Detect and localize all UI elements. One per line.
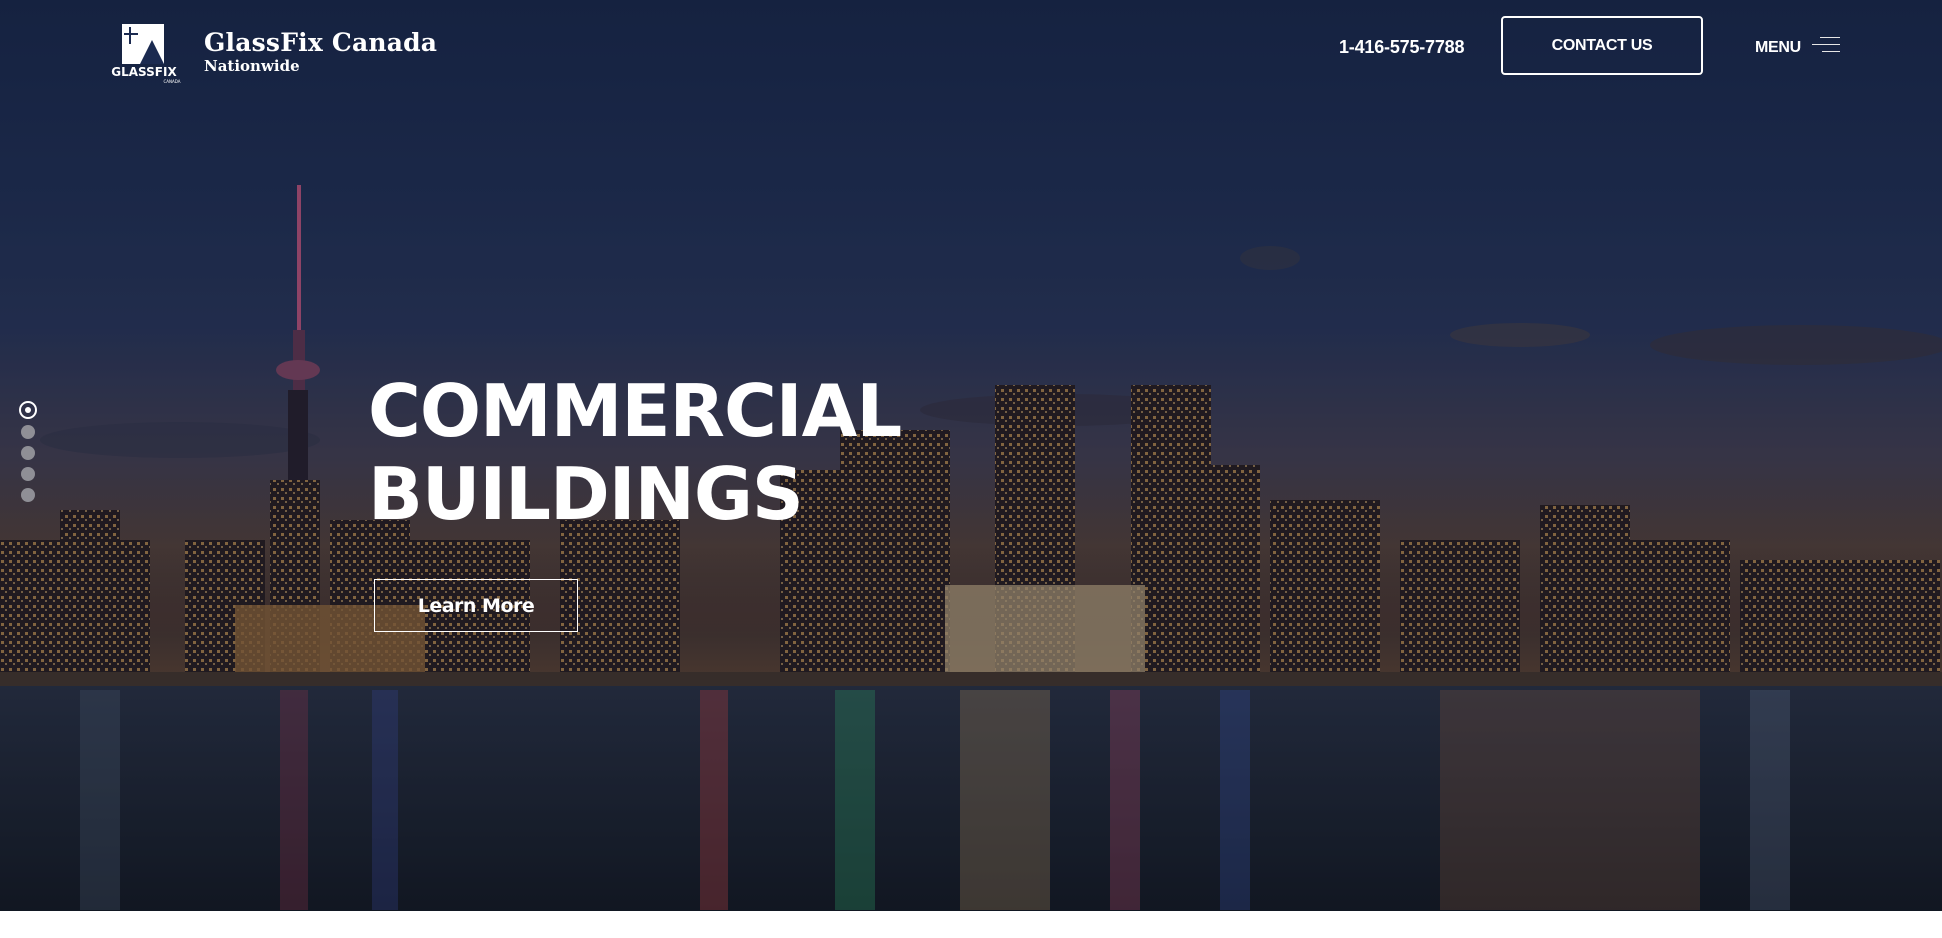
headline-line-1: COMMERCIAL: [368, 369, 902, 453]
phone-link[interactable]: 1-416-575-7788: [1339, 37, 1465, 58]
page-content-start: [0, 911, 1942, 938]
brand-name[interactable]: GlassFix Canada: [204, 28, 437, 57]
slide-dot-5[interactable]: [21, 488, 35, 502]
hero-headline: COMMERCIAL BUILDINGS: [368, 369, 902, 536]
menu-label[interactable]: MENU: [1755, 39, 1801, 57]
city-skyline-background: [0, 0, 1942, 911]
logo-text: GLASSFIX: [111, 65, 177, 79]
glassfix-logo[interactable]: GLASSFIX CANADA: [104, 22, 184, 84]
slide-dot-2[interactable]: [21, 425, 35, 439]
slide-dot-4[interactable]: [21, 467, 35, 481]
learn-more-button[interactable]: Learn More: [374, 579, 578, 632]
contact-us-button[interactable]: CONTACT US: [1501, 16, 1703, 75]
slide-indicators: [18, 401, 38, 507]
hamburger-icon[interactable]: [1812, 37, 1840, 57]
headline-line-2: BUILDINGS: [368, 452, 804, 536]
slide-dot-1[interactable]: [19, 401, 37, 419]
logo-subtext: CANADA: [163, 79, 180, 84]
brand-subtitle: Nationwide: [204, 57, 300, 75]
hero-slider: GLASSFIX CANADA GlassFix Canada Nationwi…: [0, 0, 1942, 911]
slide-dot-3[interactable]: [21, 446, 35, 460]
